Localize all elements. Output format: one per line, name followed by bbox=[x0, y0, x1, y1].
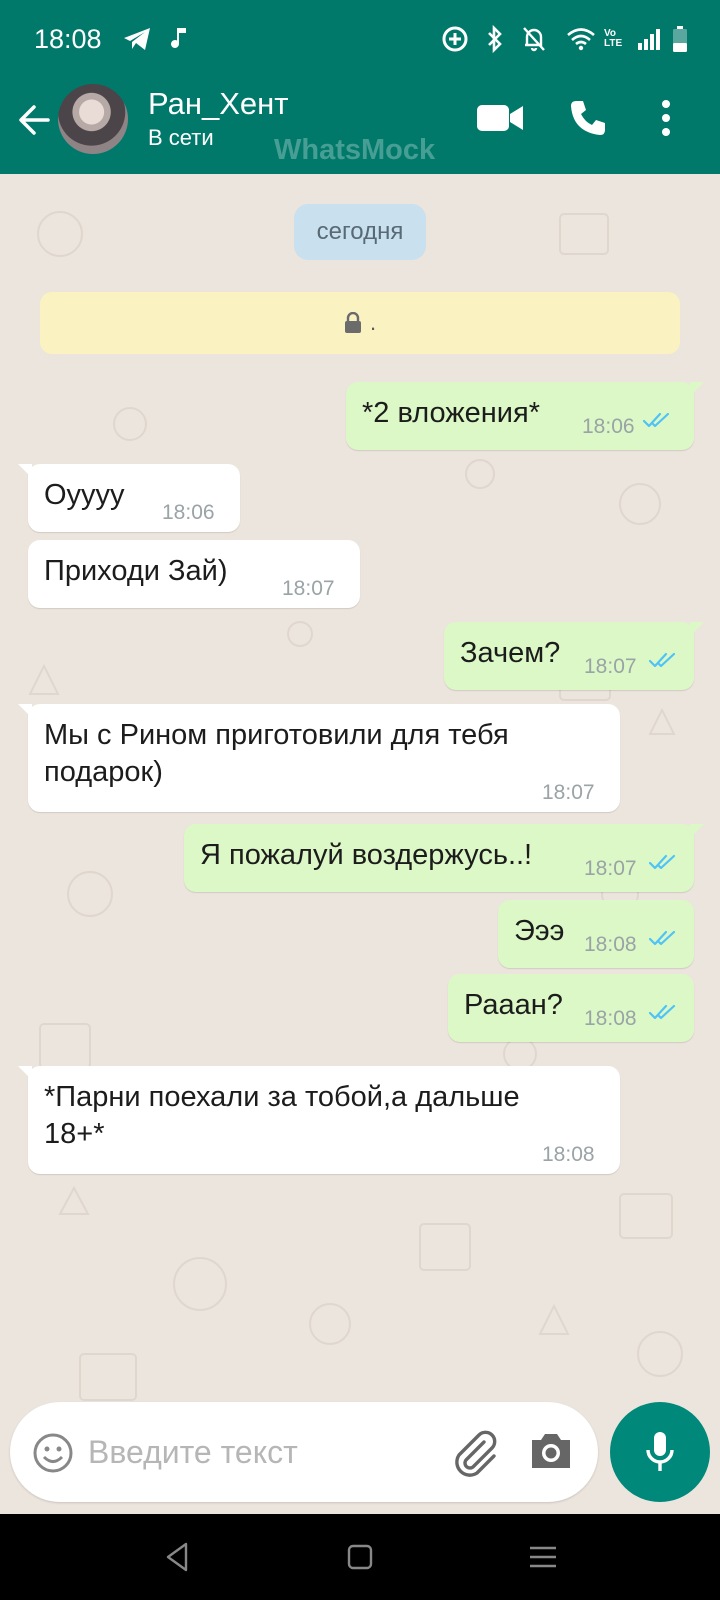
bubble-tail bbox=[18, 704, 32, 718]
outgoing-message[interactable]: *2 вложения* 18:06 bbox=[346, 382, 704, 450]
emoji-icon[interactable] bbox=[32, 1432, 74, 1474]
more-vert-icon[interactable] bbox=[648, 94, 684, 142]
telegram-icon bbox=[120, 22, 154, 56]
read-receipt-icon bbox=[648, 854, 676, 870]
chat-area[interactable]: сегодня . *2 вложения* 18:06 Оуууу 18:06 При… bbox=[0, 174, 720, 1514]
message-line: Рааан? bbox=[464, 989, 563, 1021]
bubble-tail bbox=[18, 464, 32, 478]
message-line: Приходи Зай) bbox=[44, 555, 228, 587]
message-time: 18:07 bbox=[542, 781, 595, 804]
message-line: *2 вложения* bbox=[362, 397, 540, 429]
incoming-message[interactable]: Оуууу 18:06 bbox=[18, 464, 240, 532]
nav-back-icon[interactable] bbox=[156, 1536, 198, 1578]
read-receipt-icon bbox=[642, 412, 670, 428]
lock-icon bbox=[344, 312, 361, 333]
avatar[interactable] bbox=[58, 84, 128, 154]
video-call-icon[interactable] bbox=[472, 94, 528, 142]
read-receipt-icon bbox=[648, 930, 676, 946]
encryption-banner[interactable]: . bbox=[40, 292, 680, 354]
message-composer bbox=[10, 1402, 598, 1502]
message-text: Приходи Зай) bbox=[44, 553, 228, 590]
message-text: Рааан? bbox=[464, 987, 563, 1024]
outgoing-message[interactable]: Я пожалуй воздержусь..! 18:07 bbox=[184, 824, 704, 892]
music-note-icon bbox=[168, 22, 192, 56]
message-time: 18:07 bbox=[282, 577, 335, 600]
message-line: 18+* bbox=[44, 1118, 105, 1150]
message-line: подарок) bbox=[44, 756, 163, 788]
message-time: 18:06 bbox=[582, 415, 635, 438]
paperclip-icon[interactable] bbox=[450, 1428, 500, 1478]
signal-icon bbox=[636, 22, 662, 56]
bubble-tail bbox=[690, 622, 704, 636]
date-divider: сегодня bbox=[294, 204, 426, 260]
message-line: Эээ bbox=[514, 915, 565, 947]
outgoing-message[interactable]: Эээ 18:08 bbox=[498, 900, 694, 968]
incoming-message[interactable]: *Парни поехали за тобой,а дальше 18+* 18:0… bbox=[18, 1066, 620, 1174]
message-line: Я пожалуй воздержусь..! bbox=[200, 839, 533, 871]
message-time: 18:08 bbox=[584, 933, 637, 956]
phone-icon[interactable] bbox=[560, 94, 616, 142]
nav-menu-icon[interactable] bbox=[522, 1536, 564, 1578]
notifications-off-icon bbox=[520, 22, 548, 56]
message-time: 18:06 bbox=[162, 501, 215, 524]
chat-header: Ран_Хент В сети WhatsMock bbox=[0, 80, 720, 174]
bubble-tail bbox=[690, 824, 704, 838]
bluetooth-icon bbox=[482, 22, 508, 56]
system-nav-bar bbox=[0, 1514, 720, 1600]
message-text: Оуууу bbox=[44, 477, 125, 514]
bubble-tail bbox=[690, 382, 704, 396]
back-arrow-icon[interactable] bbox=[14, 98, 54, 142]
message-text: Мы с Рином приготовили для тебя подарок) bbox=[44, 717, 509, 791]
message-time: 18:07 bbox=[584, 655, 637, 678]
outgoing-message[interactable]: Рааан? 18:08 bbox=[448, 974, 694, 1042]
contact-name[interactable]: Ран_Хент bbox=[148, 86, 288, 122]
message-time: 18:07 bbox=[584, 857, 637, 880]
volte-icon: Vo LTE bbox=[604, 28, 623, 49]
message-line: Оуууу bbox=[44, 479, 125, 511]
status-time: 18:08 bbox=[34, 24, 102, 54]
read-receipt-icon bbox=[648, 1004, 676, 1020]
app-header-region: 18:08 Vo LTE Ран_Хент В сети WhatsMock bbox=[0, 0, 720, 174]
microphone-icon[interactable] bbox=[610, 1402, 710, 1502]
message-text: *Парни поехали за тобой,а дальше 18+* bbox=[44, 1079, 520, 1153]
message-line: *Парни поехали за тобой,а дальше bbox=[44, 1081, 520, 1113]
camera-icon[interactable] bbox=[528, 1430, 574, 1476]
message-text: Эээ bbox=[514, 913, 564, 950]
contact-status: В сети bbox=[148, 125, 214, 150]
message-line: Мы с Рином приготовили для тебя bbox=[44, 719, 509, 751]
message-text: Я пожалуй воздержусь..! bbox=[200, 837, 532, 874]
watermark: WhatsMock bbox=[274, 134, 436, 166]
battery-icon bbox=[670, 22, 690, 56]
outgoing-message[interactable]: Зачем? 18:07 bbox=[444, 622, 704, 690]
encryption-text: . bbox=[369, 310, 377, 335]
status-bar: 18:08 Vo LTE bbox=[0, 0, 720, 80]
incoming-message[interactable]: Мы с Рином приготовили для тебя подарок) 1… bbox=[18, 704, 620, 812]
message-text: *2 вложения* bbox=[362, 395, 540, 432]
wifi-icon bbox=[566, 22, 596, 56]
read-receipt-icon bbox=[648, 652, 676, 668]
message-time: 18:08 bbox=[584, 1007, 637, 1030]
message-line: Зачем? bbox=[460, 637, 561, 669]
message-input[interactable] bbox=[88, 1424, 428, 1480]
message-text: Зачем? bbox=[460, 635, 560, 672]
incoming-message[interactable]: Приходи Зай) 18:07 bbox=[28, 540, 360, 608]
data-saver-icon bbox=[440, 22, 470, 56]
nav-home-icon[interactable] bbox=[339, 1536, 381, 1578]
bubble-tail bbox=[18, 1066, 32, 1080]
message-time: 18:08 bbox=[542, 1143, 595, 1166]
